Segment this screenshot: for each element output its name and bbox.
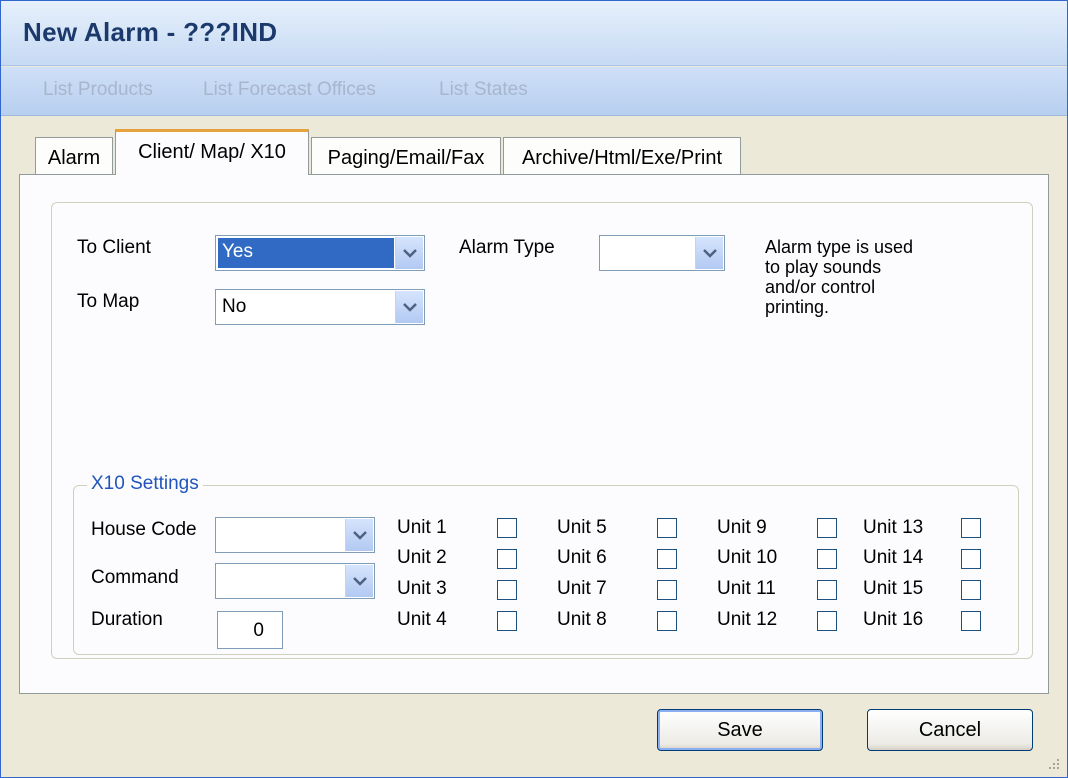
alarm-type-note-line: Alarm type is used: [765, 237, 914, 257]
tab-paging-email-fax[interactable]: Paging/Email/Fax: [311, 137, 501, 175]
chevron-down-icon[interactable]: [695, 237, 723, 269]
unit-label: Unit 3: [397, 578, 447, 599]
to-client-label: To Client: [77, 237, 151, 258]
unit-label: Unit 6: [557, 547, 607, 568]
alarm-type-note-line: to play sounds: [765, 257, 882, 277]
unit-checkbox[interactable]: [817, 518, 837, 538]
resize-grip-icon[interactable]: [1047, 757, 1061, 771]
save-button[interactable]: Save: [657, 709, 823, 751]
menu-bar: List Products List Forecast Offices List…: [1, 67, 1067, 116]
tab-archive-html-exe-print[interactable]: Archive/Html/Exe/Print: [503, 137, 741, 175]
unit-checkbox[interactable]: [961, 580, 981, 600]
x10-settings-legend: X10 Settings: [87, 473, 203, 495]
tab-alarm[interactable]: Alarm: [35, 137, 113, 175]
house-code-label: House Code: [91, 519, 197, 540]
unit-label: Unit 10: [717, 547, 778, 568]
unit-label: Unit 1: [397, 517, 447, 538]
unit-checkbox[interactable]: [961, 611, 981, 631]
to-map-value: No: [222, 296, 247, 317]
duration-input[interactable]: 0: [217, 611, 283, 649]
tab-client-map-x10[interactable]: Client/ Map/ X10: [115, 129, 309, 175]
unit-checkbox[interactable]: [817, 580, 837, 600]
chevron-down-icon[interactable]: [395, 237, 423, 269]
unit-checkbox[interactable]: [657, 580, 677, 600]
unit-label: Unit 5: [557, 517, 607, 538]
unit-checkbox[interactable]: [961, 518, 981, 538]
menu-item-list-forecast-offices[interactable]: List Forecast Offices: [203, 79, 376, 101]
chevron-down-icon[interactable]: [395, 291, 423, 323]
unit-label: Unit 2: [397, 547, 447, 568]
house-code-select[interactable]: [215, 517, 375, 553]
unit-label: Unit 9: [717, 517, 767, 538]
alarm-type-note: Alarm type is used to play sounds and/or…: [765, 237, 965, 317]
unit-label: Unit 15: [863, 578, 924, 599]
chevron-down-icon[interactable]: [345, 519, 373, 551]
unit-label: Unit 14: [863, 547, 924, 568]
duration-value: 0: [253, 620, 264, 641]
command-label: Command: [91, 567, 179, 588]
unit-checkbox[interactable]: [497, 518, 517, 538]
chevron-down-icon[interactable]: [345, 565, 373, 597]
unit-label: Unit 8: [557, 609, 607, 630]
to-client-value: Yes: [218, 238, 394, 268]
new-alarm-dialog: New Alarm - ???IND List Products List Fo…: [0, 0, 1068, 778]
unit-checkbox[interactable]: [657, 611, 677, 631]
unit-checkbox[interactable]: [657, 518, 677, 538]
unit-label: Unit 16: [863, 609, 924, 630]
duration-label: Duration: [91, 609, 163, 630]
menu-item-list-states[interactable]: List States: [439, 79, 528, 101]
to-map-select[interactable]: No: [215, 289, 425, 325]
unit-checkbox[interactable]: [961, 549, 981, 569]
command-select[interactable]: [215, 563, 375, 599]
unit-checkbox[interactable]: [497, 580, 517, 600]
unit-label: Unit 13: [863, 517, 924, 538]
alarm-type-label: Alarm Type: [459, 237, 555, 258]
unit-label: Unit 12: [717, 609, 778, 630]
alarm-type-note-line: and/or control: [765, 277, 876, 297]
unit-checkbox[interactable]: [497, 611, 517, 631]
unit-checkbox[interactable]: [657, 549, 677, 569]
window-title: New Alarm - ???IND: [23, 17, 278, 47]
to-map-label: To Map: [77, 291, 140, 312]
unit-checkbox[interactable]: [817, 549, 837, 569]
unit-checkbox[interactable]: [817, 611, 837, 631]
unit-checkbox[interactable]: [497, 549, 517, 569]
to-client-select[interactable]: Yes: [215, 235, 425, 271]
unit-label: Unit 11: [717, 578, 776, 599]
unit-label: Unit 7: [557, 578, 607, 599]
alarm-type-select[interactable]: [599, 235, 725, 271]
title-bar: New Alarm - ???IND: [1, 1, 1067, 66]
unit-label: Unit 4: [397, 609, 447, 630]
cancel-button[interactable]: Cancel: [867, 709, 1033, 751]
menu-item-list-products[interactable]: List Products: [43, 79, 153, 101]
alarm-type-note-line: printing.: [765, 297, 830, 317]
